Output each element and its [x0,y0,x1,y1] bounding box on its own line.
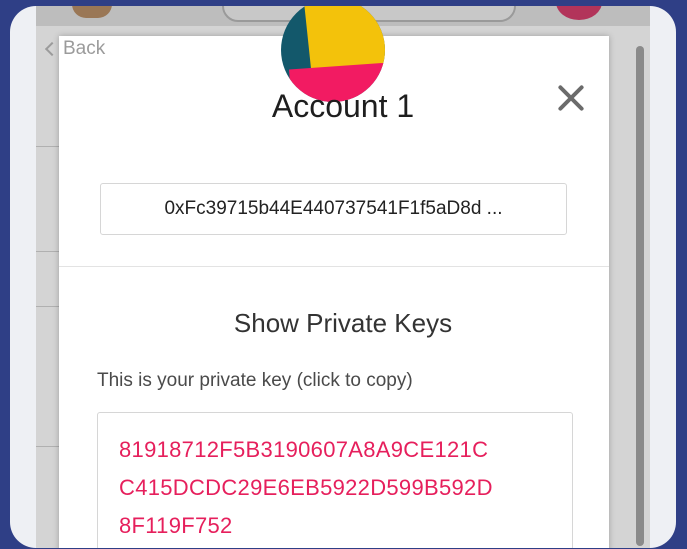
account-address-field[interactable]: 0xFc39715b44E440737541F1f5aD8d ... [100,183,567,235]
private-key-line: 8F119F752 [119,513,233,538]
screenshot-frame: Back Account 1 0xFc39715b44E440737541F1f… [10,6,676,548]
private-key-copy-box[interactable]: 81918712F5B3190607A8A9CE121C C415DCDC29E… [97,412,573,548]
private-key-instruction: This is your private key (click to copy) [97,370,413,391]
back-button[interactable]: Back [44,38,106,60]
show-private-keys-title: Show Private Keys [233,308,453,338]
private-key-line: 81918712F5B3190607A8A9CE121C [119,437,489,462]
chevron-left-icon [44,41,60,57]
account-address: 0xFc39715b44E440737541F1f5aD8d ... [164,198,503,219]
account-name: Account 1 [271,88,415,124]
private-key-text: 81918712F5B3190607A8A9CE121C C415DCDC29E… [119,431,559,545]
modal-divider [59,266,609,267]
back-label: Back [63,38,106,59]
private-key-line: C415DCDC29E6EB5922D599B592D [119,475,493,500]
